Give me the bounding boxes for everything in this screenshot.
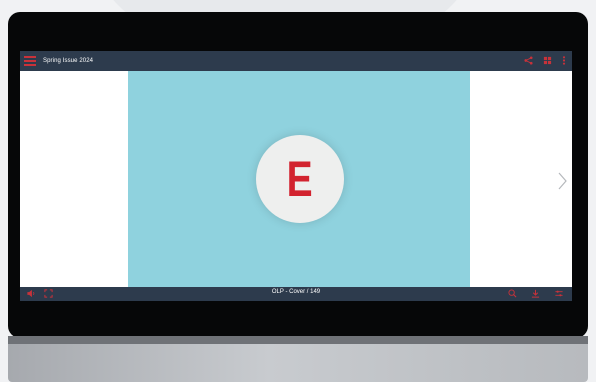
logo-letter: E [286, 151, 314, 207]
download-icon[interactable] [531, 289, 540, 301]
share-icon[interactable] [524, 56, 533, 68]
cover-page[interactable]: E [128, 71, 470, 287]
more-vertical-icon[interactable] [562, 56, 566, 68]
thumbnails-icon[interactable] [543, 56, 552, 68]
chevron-right-icon[interactable] [556, 171, 568, 191]
top-toolbar: Spring Issue 2024 [20, 51, 572, 71]
top-right-tools [524, 56, 566, 68]
publication-title: Spring Issue 2024 [43, 58, 94, 64]
bottom-toolbar: OLP - Cover / 149 [20, 287, 572, 301]
page-indicator: OLP - Cover / 149 [271, 289, 321, 295]
logo-badge: E [256, 135, 344, 223]
zoom-icon[interactable] [508, 289, 517, 301]
flipbook-reader: Spring Issue 2024 E OLP - Cover / 149 [20, 51, 572, 301]
monitor-stand [8, 336, 588, 382]
settings-icon[interactable] [554, 289, 564, 301]
bottom-right-tools [508, 289, 564, 301]
hamburger-menu-icon[interactable] [24, 56, 36, 66]
